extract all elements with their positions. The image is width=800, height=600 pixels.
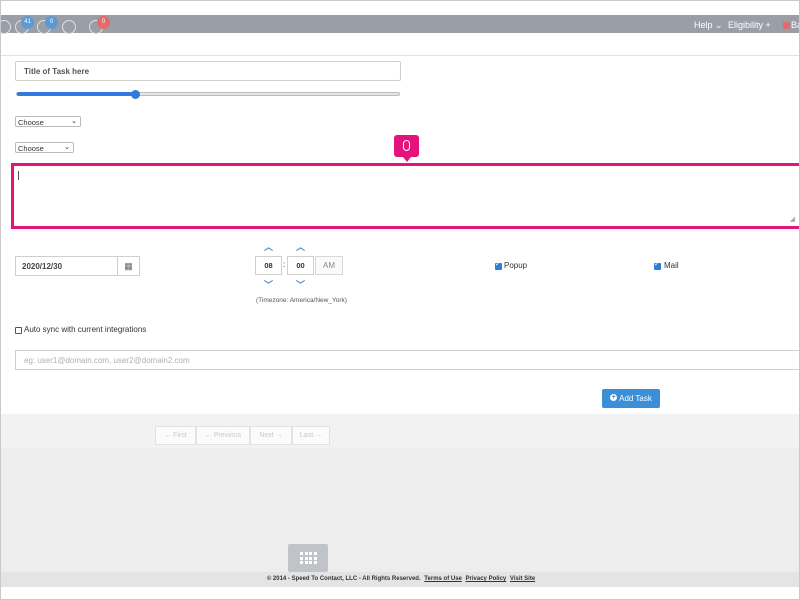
mail-label: Mail — [664, 261, 679, 270]
pager-previous[interactable]: ← Previous — [196, 426, 250, 445]
email-recipients-input[interactable]: eg: user1@domain.com, user2@domain2.com — [15, 350, 799, 370]
grid-icon — [300, 552, 317, 564]
chevron-down-icon: ⌄ — [715, 20, 723, 30]
auto-sync-checkbox[interactable] — [15, 327, 22, 334]
priority-slider[interactable] — [16, 92, 400, 96]
help-label: Help — [694, 20, 713, 30]
account-icon[interactable] — [783, 22, 790, 29]
resize-handle-icon[interactable]: ◢ — [790, 215, 795, 223]
popup-label: Popup — [504, 261, 528, 270]
app-frame: 41 0 0 Help ⌄ Eligibility + Ba Title of … — [0, 0, 800, 600]
ampm-toggle[interactable]: AM — [315, 256, 343, 275]
task-title-input[interactable]: Title of Task here — [15, 61, 401, 81]
top-strip — [1, 1, 799, 15]
add-task-button[interactable]: + Add Task — [602, 389, 660, 408]
select-dropdown-2[interactable]: Choose ⌄ — [15, 142, 74, 153]
select-value: Choose — [18, 144, 44, 153]
mouse-icon — [403, 140, 410, 151]
pager-last[interactable]: Last → — [292, 426, 330, 445]
help-menu[interactable]: Help ⌄ — [694, 20, 723, 31]
add-task-label: Add Task — [619, 394, 652, 403]
chevron-down-icon: ⌄ — [64, 144, 70, 151]
terms-link[interactable]: Terms of Use — [424, 576, 462, 582]
notification-badge: 41 — [21, 16, 34, 29]
time-separator: : — [283, 260, 286, 269]
task-description-textarea[interactable]: ◢ — [11, 163, 799, 229]
chevron-down-icon: ⌄ — [71, 118, 77, 125]
eligibility-menu[interactable]: Eligibility + — [728, 20, 771, 30]
footer: © 2014 - Speed To Contact, LLC - All Rig… — [1, 572, 799, 587]
hour-down-chevron-icon[interactable]: ﹀ — [264, 278, 273, 291]
visit-site-link[interactable]: Visit Site — [510, 576, 535, 582]
top-nav-bar — [1, 15, 799, 33]
minute-down-chevron-icon[interactable]: ﹀ — [296, 278, 305, 291]
notification-badge: 0 — [45, 16, 58, 29]
home-icon[interactable] — [62, 20, 76, 34]
select-value: Choose — [18, 118, 44, 127]
apps-grid-button[interactable] — [288, 544, 328, 572]
auto-sync-label: Auto sync with current integrations — [24, 325, 147, 334]
mouse-click-indicator — [394, 135, 419, 162]
mail-checkbox[interactable] — [654, 260, 661, 270]
timezone-label: (Timezone: America/New_York) — [256, 297, 347, 304]
select-dropdown-1[interactable]: Choose ⌄ — [15, 116, 81, 127]
pager-next[interactable]: Next → — [250, 426, 292, 445]
privacy-link[interactable]: Privacy Policy — [466, 576, 507, 582]
due-date-input[interactable]: 2020/12/30 — [15, 256, 118, 276]
pager-first[interactable]: ← First — [155, 426, 196, 445]
minute-input[interactable]: 00 — [287, 256, 314, 275]
account-label[interactable]: Ba — [791, 20, 799, 30]
calendar-icon[interactable]: ▦ — [117, 256, 140, 276]
popup-checkbox[interactable] — [495, 260, 502, 270]
hour-up-chevron-icon[interactable]: ︿ — [264, 240, 273, 253]
hour-input[interactable]: 08 — [255, 256, 282, 275]
page-background — [1, 448, 799, 578]
slider-fill — [17, 92, 137, 96]
footer-copyright: © 2014 - Speed To Contact, LLC - All Rig… — [266, 576, 421, 582]
text-caret — [18, 171, 19, 180]
pagination-band — [1, 414, 799, 448]
minute-up-chevron-icon[interactable]: ︿ — [296, 240, 305, 253]
notification-badge: 0 — [97, 16, 110, 29]
plus-circle-icon: + — [610, 394, 618, 402]
slider-thumb[interactable] — [131, 90, 141, 99]
